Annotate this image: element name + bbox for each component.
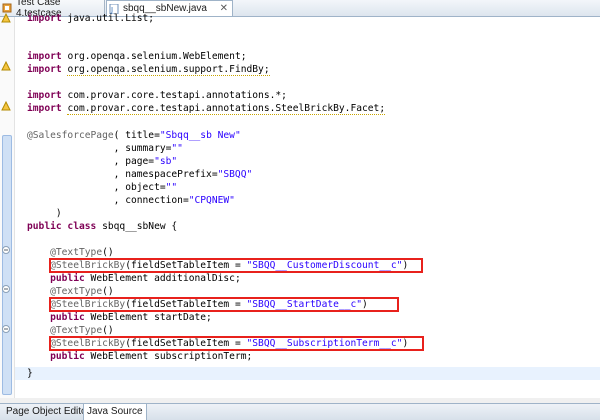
code-line: @SalesforcePage( title="Sbqq__sb New"	[27, 130, 241, 141]
code-line: public WebElement startDate;	[50, 312, 212, 323]
fold-toggle-icon[interactable]	[1, 324, 12, 334]
editor-bottom-tabs: Page Object Editor Java Source	[0, 403, 600, 420]
current-line-highlight	[15, 367, 600, 380]
code-line: , page="sb"	[27, 156, 178, 167]
code-line: }	[27, 368, 33, 379]
code-line: , namespacePrefix="SBQQ"	[27, 169, 253, 180]
testcase-file-icon	[2, 3, 12, 13]
tab-java-source[interactable]: Java Source	[83, 404, 147, 420]
code-line: , object=""	[27, 182, 178, 193]
java-source-editor[interactable]: import java.util.List; import org.openqa…	[15, 13, 600, 398]
code-line: , summary=""	[27, 143, 183, 154]
code-line: )	[27, 208, 62, 219]
code-line: public WebElement subscriptionTerm;	[50, 351, 253, 362]
tab-page-object-editor[interactable]: Page Object Editor	[3, 404, 93, 420]
editor-ruler	[0, 13, 15, 398]
range-indicator	[2, 135, 12, 395]
warning-marker-icon[interactable]	[1, 61, 12, 71]
code-line: , connection="CPQNEW"	[27, 195, 235, 206]
code-line: import org.openqa.selenium.support.FindB…	[27, 64, 270, 76]
code-line: import com.provar.core.testapi.annotatio…	[27, 90, 287, 101]
highlight-box-subscription-term	[49, 336, 424, 351]
highlight-box-start-date	[49, 297, 399, 312]
fold-toggle-icon[interactable]	[1, 245, 12, 255]
code-line: import com.provar.core.testapi.annotatio…	[27, 103, 386, 115]
code-line: public WebElement additionalDisc;	[50, 273, 241, 284]
code-line: import org.openqa.selenium.WebElement;	[27, 51, 247, 62]
highlight-box-customer-discount	[49, 258, 423, 273]
code-line: import java.util.List;	[27, 13, 155, 24]
close-icon[interactable]: ✕	[220, 3, 228, 14]
warning-marker-icon[interactable]	[1, 101, 12, 111]
fold-toggle-icon[interactable]	[1, 284, 12, 294]
code-line: public class sbqq__sbNew {	[27, 221, 178, 232]
warning-marker-icon[interactable]	[1, 13, 12, 23]
